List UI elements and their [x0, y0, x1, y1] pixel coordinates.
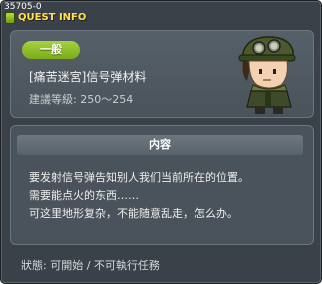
quest-icon: [5, 12, 15, 24]
quest-status: 狀態: 可開始 / 不可執行任務: [21, 259, 160, 272]
quest-name: [痛苦迷宮]信号弹材料: [29, 70, 147, 84]
content-header: 内容: [17, 135, 303, 155]
quest-level-requirement: 建議等級: 250〜254: [29, 93, 134, 106]
description-line: 需要能点火的东西……: [29, 189, 139, 202]
npc-portrait-icon: [238, 36, 296, 114]
title-bar[interactable]: QUEST INFO: [1, 11, 321, 27]
quest-description: 要发射信号弹告知别人我们当前所在的位置。 需要能点火的东西…… 可这里地形复杂，…: [29, 169, 305, 223]
quest-info-window: 35705-0 QUEST INFO 一般 [痛苦迷宮]信号弹材料 建議等級: …: [0, 0, 322, 284]
quest-category-badge: 一般: [22, 41, 80, 59]
description-line: 可这里地形复杂，不能随意乱走，怎么办。: [29, 207, 238, 220]
window-title: QUEST INFO: [18, 12, 87, 23]
description-line: 要发射信号弹告知别人我们当前所在的位置。: [29, 171, 249, 184]
